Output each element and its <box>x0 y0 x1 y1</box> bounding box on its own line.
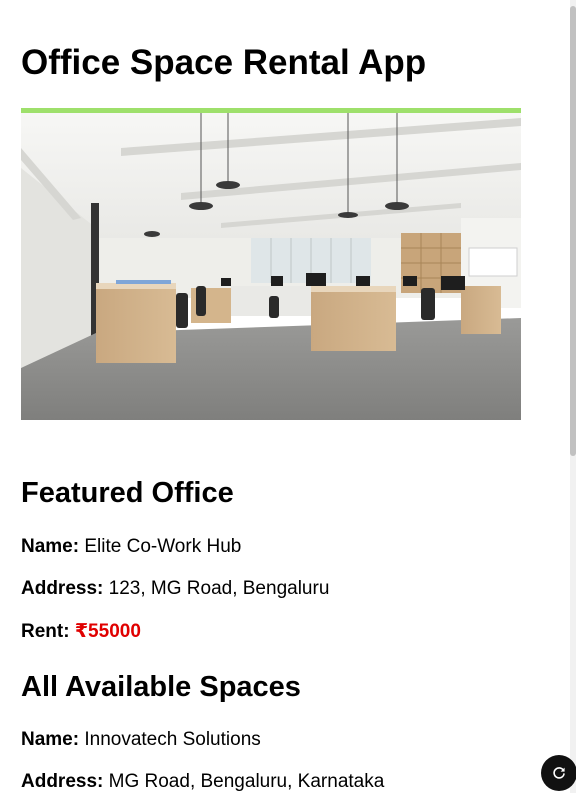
featured-office-rent: Rent: ₹55000 <box>21 620 141 644</box>
featured-office-name: Name: Elite Co-Work Hub <box>21 535 241 559</box>
name-label: Name: <box>21 729 80 750</box>
address-value: MG Road, Bengaluru, Karnataka <box>103 771 385 792</box>
space-item-name: Name: Innovatech Solutions <box>21 728 261 752</box>
address-value: 123, MG Road, Bengaluru <box>103 578 330 599</box>
featured-office-address: Address: 123, MG Road, Bengaluru <box>21 577 329 601</box>
office-hero-image <box>21 108 521 420</box>
name-value: Elite Co-Work Hub <box>79 536 242 557</box>
page: Office Space Rental App Featured Office … <box>0 0 576 793</box>
featured-office-heading: Featured Office <box>21 477 234 509</box>
name-label: Name: <box>21 536 80 557</box>
refresh-button[interactable] <box>541 755 576 791</box>
address-label: Address: <box>21 578 104 599</box>
space-item-address: Address: MG Road, Bengaluru, Karnataka <box>21 770 384 793</box>
name-value: Innovatech Solutions <box>79 729 261 750</box>
page-title: Office Space Rental App <box>21 43 427 82</box>
rent-label: Rent: <box>21 621 70 642</box>
scrollbar-thumb[interactable] <box>570 6 576 456</box>
address-label: Address: <box>21 771 104 792</box>
all-spaces-heading: All Available Spaces <box>21 671 301 703</box>
vertical-scrollbar[interactable] <box>570 0 576 793</box>
refresh-icon <box>553 767 565 779</box>
rent-value: ₹55000 <box>69 621 141 642</box>
